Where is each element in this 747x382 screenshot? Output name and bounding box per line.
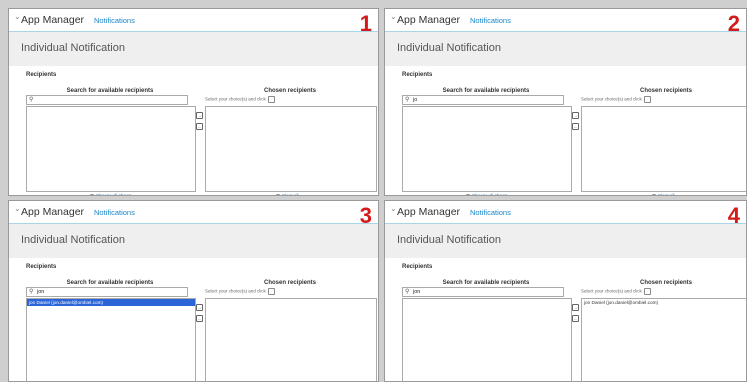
chosen-recipients-heading: Chosen recipients <box>639 280 692 286</box>
available-recipients-heading: Search for available recipients <box>442 88 530 94</box>
chosen-recipients-heading: Chosen recipients <box>263 280 316 286</box>
choose-all-link[interactable]: Choose all shown <box>90 193 132 196</box>
chosen-recipients-list[interactable]: jon Daniel (jon.daniel@ombiel.com) <box>581 298 746 381</box>
available-recipients-list[interactable]: jon Daniel (jon.daniel@ombiel.com) <box>26 298 196 381</box>
chosen-recipients-list[interactable] <box>205 106 377 192</box>
recipients-label: Recipients <box>402 72 433 78</box>
chosen-recipients-heading: Chosen recipients <box>639 88 692 94</box>
search-icon: ⚲ <box>29 97 34 103</box>
chevron-down-icon[interactable]: ⌄ <box>390 12 397 21</box>
available-recipients-list[interactable] <box>402 106 572 192</box>
choose-all-link[interactable]: Choose all shown <box>466 193 508 196</box>
clear-all-link[interactable]: Clear all <box>652 193 675 196</box>
chosen-recipients-heading: Chosen recipients <box>263 88 316 94</box>
search-input-value: jon <box>413 289 421 295</box>
app-title: App Manager <box>397 206 461 218</box>
chosen-hint-text: Select your choice(s) and click <box>205 96 266 102</box>
app-header: ⌄ App Manager Notifications 2 <box>385 9 746 35</box>
page-title-band: Individual Notification <box>9 32 378 66</box>
clear-all-label: Clear all <box>282 193 299 196</box>
search-input-value: jon <box>37 289 45 295</box>
page-title-band: Individual Notification <box>385 224 746 258</box>
chosen-hint-text: Select your choice(s) and click <box>581 288 642 294</box>
search-input[interactable]: ⚲ jon <box>402 287 564 297</box>
move-controls: → ← <box>572 304 579 326</box>
add-right-arrow-icon[interactable]: → <box>196 304 203 311</box>
chevron-down-icon[interactable]: ⌄ <box>390 204 397 213</box>
page-title-band: Individual Notification <box>9 224 378 258</box>
chosen-hint-text: Select your choice(s) and click <box>205 288 266 294</box>
page-title: Individual Notification <box>21 234 125 246</box>
search-input[interactable]: ⚲ jo <box>402 95 564 105</box>
chevron-down-icon[interactable]: ⌄ <box>14 204 21 213</box>
add-icon <box>643 96 651 103</box>
move-controls: → ← <box>572 112 579 134</box>
search-input[interactable]: ⚲ jon <box>26 287 188 297</box>
add-icon <box>267 96 275 103</box>
clear-all-icon <box>652 193 656 195</box>
search-input-value: jo <box>413 97 418 103</box>
available-recipients-heading: Search for available recipients <box>442 280 530 286</box>
app-header: ⌄ App Manager Notifications 4 <box>385 201 746 227</box>
app-title: App Manager <box>21 206 85 218</box>
panel-step-1: ⌄ App Manager Notifications 1 Individual… <box>8 8 379 196</box>
chosen-hint: Select your choice(s) and click <box>205 96 275 103</box>
add-right-arrow-icon[interactable]: → <box>572 112 579 119</box>
chosen-recipients-list[interactable] <box>205 298 377 381</box>
breadcrumb-notifications[interactable]: Notifications <box>94 16 135 25</box>
breadcrumb-notifications[interactable]: Notifications <box>94 208 135 217</box>
search-icon: ⚲ <box>405 289 410 295</box>
move-controls: → ← <box>196 112 203 134</box>
add-right-arrow-icon[interactable]: → <box>196 112 203 119</box>
available-recipients-heading: Search for available recipients <box>66 280 154 286</box>
choose-all-icon <box>466 193 470 195</box>
search-icon: ⚲ <box>405 97 410 103</box>
list-item[interactable]: jon Daniel (jon.daniel@ombiel.com) <box>27 299 195 306</box>
recipients-label: Recipients <box>26 264 57 270</box>
add-right-arrow-icon[interactable]: → <box>572 304 579 311</box>
page-title: Individual Notification <box>21 42 125 54</box>
chosen-hint-text: Select your choice(s) and click <box>581 96 642 102</box>
available-recipients-heading: Search for available recipients <box>66 88 154 94</box>
search-input[interactable]: ⚲ <box>26 95 188 105</box>
choose-all-icon <box>90 193 94 195</box>
breadcrumb-notifications[interactable]: Notifications <box>470 16 511 25</box>
choose-all-label: Choose all shown <box>472 193 508 196</box>
page-title: Individual Notification <box>397 42 501 54</box>
available-recipients-list[interactable] <box>26 106 196 192</box>
chevron-down-icon[interactable]: ⌄ <box>14 12 21 21</box>
recipients-label: Recipients <box>402 264 433 270</box>
add-icon <box>643 288 651 295</box>
app-header: ⌄ App Manager Notifications 3 <box>9 201 378 227</box>
available-recipients-list[interactable] <box>402 298 572 381</box>
remove-left-arrow-icon[interactable]: ← <box>572 315 579 322</box>
chosen-hint: Select your choice(s) and click <box>205 288 275 295</box>
app-header: ⌄ App Manager Notifications 1 <box>9 9 378 35</box>
clear-all-label: Clear all <box>658 193 675 196</box>
page-title-band: Individual Notification <box>385 32 746 66</box>
search-icon: ⚲ <box>29 289 34 295</box>
app-title: App Manager <box>397 14 461 26</box>
list-item[interactable]: jon Daniel (jon.daniel@ombiel.com) <box>582 299 746 306</box>
breadcrumb-notifications[interactable]: Notifications <box>470 208 511 217</box>
add-icon <box>267 288 275 295</box>
remove-left-arrow-icon[interactable]: ← <box>196 315 203 322</box>
clear-all-icon <box>276 193 280 195</box>
panel-step-3: ⌄ App Manager Notifications 3 Individual… <box>8 200 379 382</box>
app-title: App Manager <box>21 14 85 26</box>
page-title: Individual Notification <box>397 234 501 246</box>
remove-left-arrow-icon[interactable]: ← <box>572 123 579 130</box>
chosen-hint: Select your choice(s) and click <box>581 288 651 295</box>
remove-left-arrow-icon[interactable]: ← <box>196 123 203 130</box>
recipients-label: Recipients <box>26 72 57 78</box>
move-controls: → ← <box>196 304 203 326</box>
chosen-hint: Select your choice(s) and click <box>581 96 651 103</box>
chosen-recipients-list[interactable] <box>581 106 746 192</box>
clear-all-link[interactable]: Clear all <box>276 193 299 196</box>
panel-step-4: ⌄ App Manager Notifications 4 Individual… <box>384 200 747 382</box>
choose-all-label: Choose all shown <box>96 193 132 196</box>
panel-step-2: ⌄ App Manager Notifications 2 Individual… <box>384 8 747 196</box>
